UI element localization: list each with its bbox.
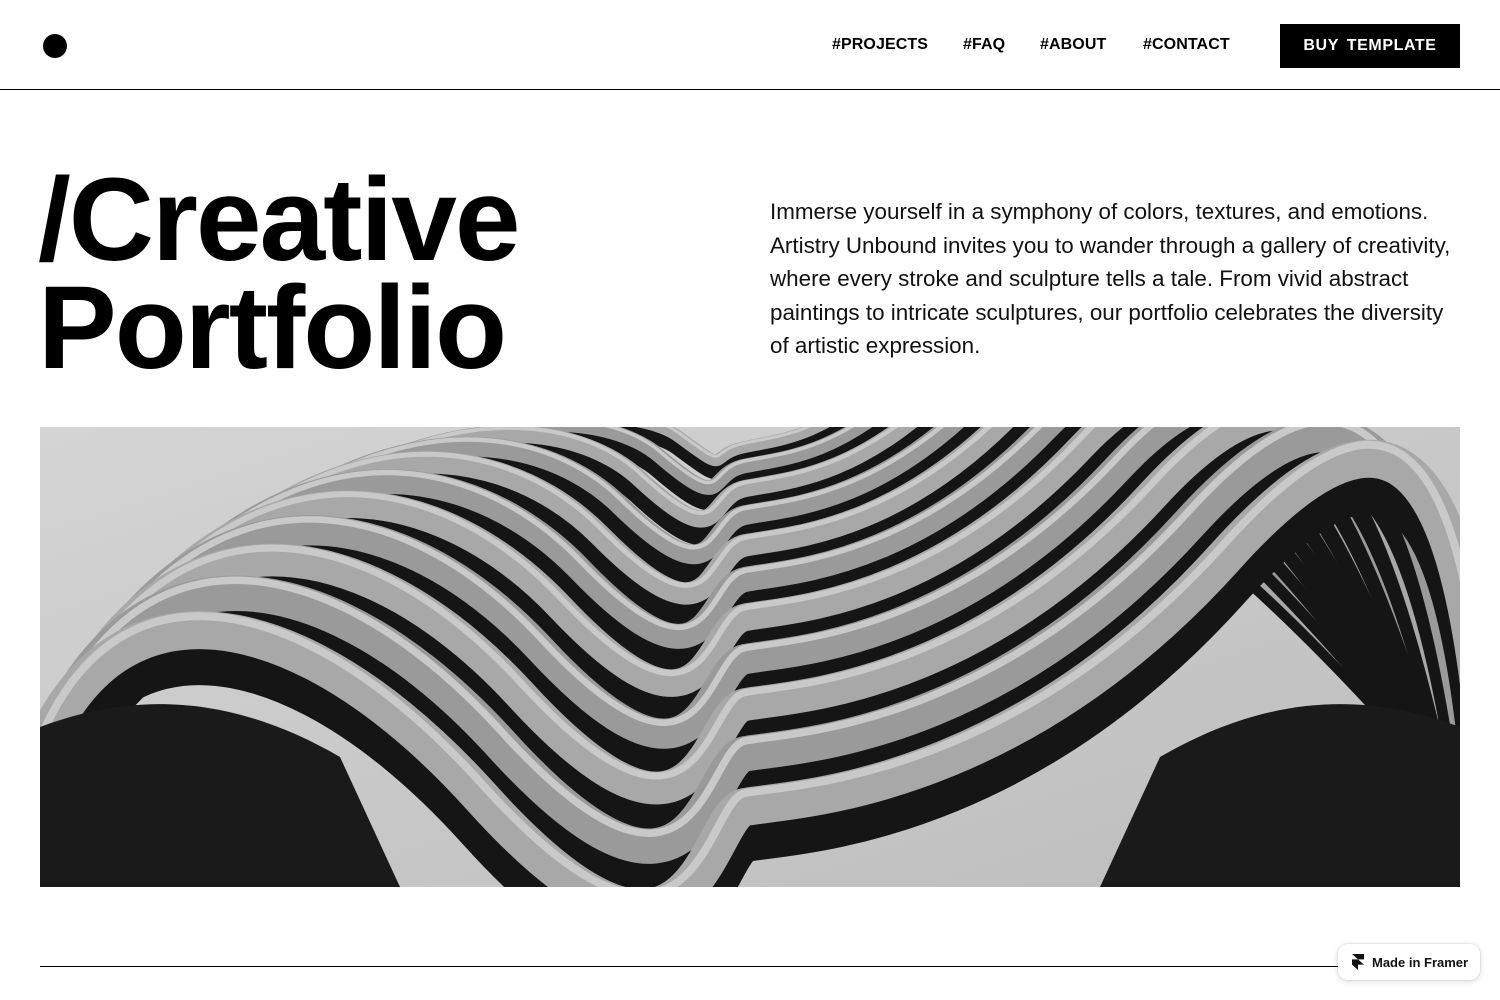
footer-divider xyxy=(40,966,1460,967)
hero-description: Immerse yourself in a symphony of colors… xyxy=(770,199,1451,359)
site-header: #PROJECTS #FAQ #ABOUT #CONTACT BUY TEMPL… xyxy=(0,0,1500,90)
nav-link-about[interactable]: #ABOUT xyxy=(1040,36,1106,54)
hero-image xyxy=(40,427,1460,887)
hero-title-line-2: Portfolio xyxy=(38,262,507,394)
hero-title-line-1: /Creative xyxy=(38,154,521,286)
nav-link-faq[interactable]: #FAQ xyxy=(963,36,1005,54)
buy-template-button[interactable]: BUY TEMPLATE xyxy=(1280,24,1460,68)
nav-link-contact[interactable]: #CONTACT xyxy=(1143,36,1230,54)
framer-logo-icon xyxy=(1352,954,1364,970)
circle-logo-icon[interactable] xyxy=(43,34,67,58)
nav-link-projects[interactable]: #PROJECTS xyxy=(832,36,928,54)
hero-title: /Creative Portfolio xyxy=(38,154,521,394)
made-in-framer-badge[interactable]: Made in Framer xyxy=(1338,944,1480,980)
badge-label: Made in Framer xyxy=(1372,954,1469,970)
building-photo xyxy=(40,427,1460,887)
